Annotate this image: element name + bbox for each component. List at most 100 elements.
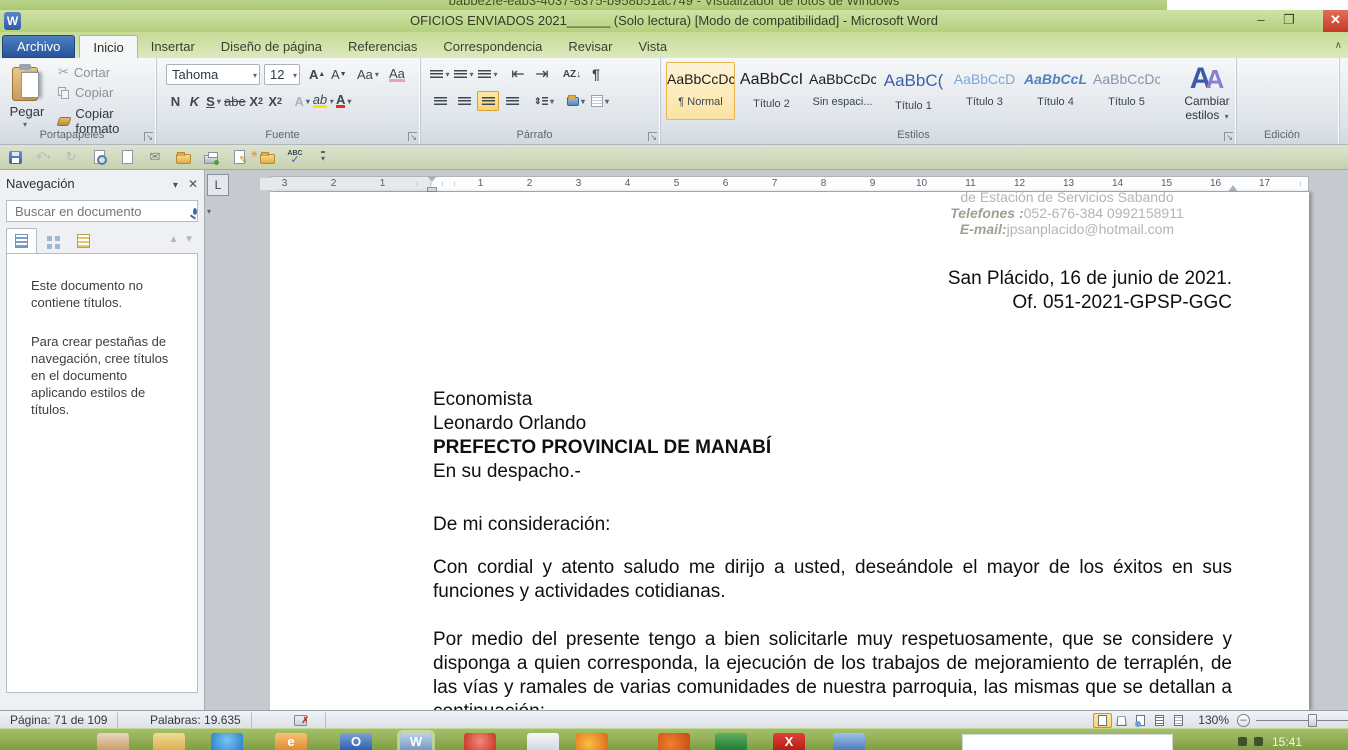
nav-pane-menu-icon[interactable]: ▾: [173, 180, 178, 191]
search-input[interactable]: [13, 203, 193, 220]
background-window-titlebar[interactable]: babbe2fe-eab3-4037-8375-b958b51ac749 - V…: [0, 0, 1348, 10]
page-indicator[interactable]: Página: 71 de 109: [0, 712, 118, 728]
tab-stop-selector[interactable]: L: [207, 174, 229, 196]
taskbar-icon[interactable]: [833, 733, 865, 750]
quick-print-button[interactable]: [202, 148, 220, 166]
search-box[interactable]: ▾: [6, 200, 198, 222]
bullets-button[interactable]: ▾: [429, 64, 451, 84]
word-titlebar[interactable]: W OFICIOS ENVIADOS 2021______ (Solo lect…: [0, 10, 1348, 32]
taskbar-icon[interactable]: W: [400, 733, 432, 750]
tray-icon-1[interactable]: [1238, 737, 1247, 746]
shrink-font-button[interactable]: A▼: [327, 64, 351, 85]
justify-button[interactable]: [501, 91, 523, 111]
restore-button[interactable]: ❐: [1276, 10, 1302, 32]
web-layout-view-button[interactable]: [1131, 713, 1150, 728]
style-item[interactable]: AaBbCcDc Título 5: [1092, 62, 1161, 120]
mail-button[interactable]: [146, 148, 164, 166]
clear-formatting-button[interactable]: Aa: [385, 64, 409, 85]
underline-button[interactable]: S▾: [204, 91, 223, 111]
nav-tab-results[interactable]: [68, 228, 99, 254]
font-color-button[interactable]: A▾: [334, 91, 353, 111]
edit-button[interactable]: [230, 148, 248, 166]
style-item[interactable]: AaBbCcDc ¶ Normal: [666, 62, 735, 120]
line-spacing-button[interactable]: ⇕▾: [533, 91, 555, 111]
style-item[interactable]: AaBbCcDc Sin espaci...: [808, 62, 877, 120]
draft-view-button[interactable]: [1169, 713, 1188, 728]
ribbon-tab[interactable]: Archivo: [2, 35, 75, 58]
qat-more-button[interactable]: ▾: [314, 148, 332, 166]
clipboard-dialog-launcher-icon[interactable]: ↘: [144, 132, 153, 141]
font-dialog-launcher-icon[interactable]: ↘: [408, 132, 417, 141]
taskbar-icon[interactable]: X: [773, 733, 805, 750]
borders-button[interactable]: ▾: [589, 91, 611, 111]
ribbon-tab[interactable]: Inicio: [79, 35, 137, 58]
cut-button[interactable]: Cortar: [58, 64, 110, 80]
taskbar-icon[interactable]: e: [275, 733, 307, 750]
superscript-button[interactable]: X2: [266, 91, 285, 111]
zoom-level[interactable]: 130%: [1198, 713, 1229, 727]
print-preview-button[interactable]: [90, 148, 108, 166]
nav-tab-headings[interactable]: [6, 228, 37, 254]
taskbar-icon[interactable]: O: [340, 733, 372, 750]
grow-font-button[interactable]: A▲: [305, 64, 329, 85]
nav-tab-pages[interactable]: [37, 228, 68, 254]
ribbon-tab[interactable]: Revisar: [555, 35, 625, 58]
outline-view-button[interactable]: [1150, 713, 1169, 728]
zoom-slider-thumb[interactable]: [1308, 714, 1317, 727]
align-left-button[interactable]: [429, 91, 451, 111]
taskbar-icon[interactable]: [576, 733, 608, 750]
align-center-button[interactable]: [453, 91, 475, 111]
favorites-button[interactable]: [258, 148, 276, 166]
shading-button[interactable]: ▾: [565, 91, 587, 111]
taskbar-icon[interactable]: [211, 733, 243, 750]
word-count-indicator[interactable]: Palabras: 19.635: [140, 712, 252, 728]
subscript-button[interactable]: X2: [247, 91, 266, 111]
ribbon-tab[interactable]: Correspondencia: [430, 35, 555, 58]
show-marks-button[interactable]: ¶: [585, 64, 607, 84]
style-item[interactable]: AaBbCcI Título 2: [737, 62, 806, 120]
style-item[interactable]: AaBbCcL Título 4: [1021, 62, 1090, 120]
styles-dialog-launcher-icon[interactable]: ↘: [1224, 132, 1233, 141]
open-button[interactable]: [174, 148, 192, 166]
search-icon[interactable]: [193, 208, 197, 215]
taskbar-icon[interactable]: [464, 733, 496, 750]
nav-previous-icon[interactable]: ▲: [169, 234, 179, 245]
style-item[interactable]: AaBbCcD Título 3: [950, 62, 1019, 120]
document-page[interactable]: de Estación de Servicios Sabando Telefon…: [270, 192, 1309, 710]
change-case-button[interactable]: Aa▾: [353, 64, 383, 85]
italic-button[interactable]: K: [185, 91, 204, 111]
taskbar-icon[interactable]: [715, 733, 747, 750]
decrease-indent-button[interactable]: ⇤: [507, 64, 529, 84]
copy-button[interactable]: Copiar: [58, 85, 113, 100]
font-size-combo[interactable]: 12▾: [264, 64, 300, 85]
sort-button[interactable]: AZ↓: [561, 64, 583, 84]
style-item[interactable]: AaBbC( Título 1: [879, 62, 948, 120]
text-effects-button[interactable]: A▾: [293, 91, 312, 111]
taskbar-icon[interactable]: [658, 733, 690, 750]
taskbar-icon[interactable]: [153, 733, 185, 750]
minimize-button[interactable]: –: [1248, 10, 1274, 32]
fullscreen-reading-view-button[interactable]: [1112, 713, 1131, 728]
nav-pane-close-icon[interactable]: ✕: [188, 177, 198, 191]
undo-button[interactable]: ↶▾: [34, 148, 52, 166]
multilevel-list-button[interactable]: ▾: [477, 64, 499, 84]
first-line-indent-marker[interactable]: [427, 176, 437, 182]
align-right-button[interactable]: [477, 91, 499, 111]
save-button[interactable]: [6, 148, 24, 166]
search-options-caret-icon[interactable]: ▾: [207, 207, 211, 216]
nav-next-icon[interactable]: ▼: [184, 234, 194, 245]
zoom-slider[interactable]: [1256, 720, 1348, 721]
taskbar-icon[interactable]: [527, 733, 559, 750]
paste-caret-icon[interactable]: ▾: [23, 120, 27, 129]
close-button[interactable]: ✕: [1323, 10, 1348, 32]
proofing-status[interactable]: [284, 712, 326, 728]
ribbon-tab[interactable]: Insertar: [138, 35, 208, 58]
highlight-button[interactable]: ab▾: [312, 91, 334, 111]
new-document-button[interactable]: [118, 148, 136, 166]
change-styles-button[interactable]: AA Cambiar estilos ▾: [1179, 64, 1235, 124]
font-name-combo[interactable]: Tahoma▾: [166, 64, 260, 85]
taskbar-icon[interactable]: [0, 733, 32, 750]
zoom-out-button[interactable]: –: [1237, 714, 1250, 727]
spelling-button[interactable]: ABC✓: [286, 148, 304, 166]
repeat-button[interactable]: ↻: [62, 148, 80, 166]
